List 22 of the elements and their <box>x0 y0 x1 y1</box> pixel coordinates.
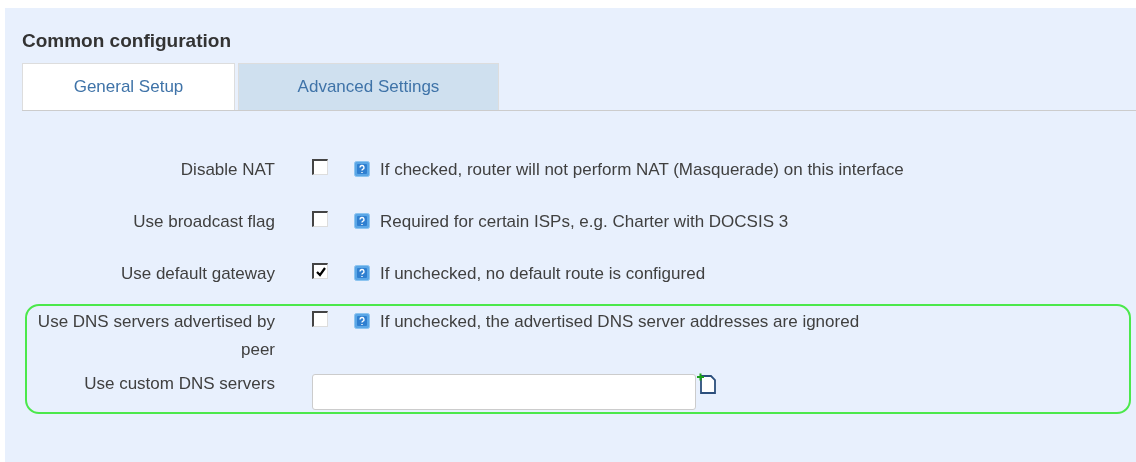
checkbox[interactable] <box>312 159 328 175</box>
dns-server-input[interactable] <box>312 374 696 410</box>
section-title: Common configuration <box>22 29 232 53</box>
help-text: If unchecked, the advertised DNS server addresses are ignored <box>380 311 860 333</box>
help-icon <box>354 161 370 177</box>
field-label: Use custom DNS servers <box>83 373 275 395</box>
checkbox[interactable] <box>312 311 328 327</box>
tab[interactable]: Advanced Settings <box>238 63 499 110</box>
help-icon <box>354 265 370 281</box>
help-text: If checked, router will not perform NAT (Masquerade) on this interface <box>380 159 904 181</box>
field-label: Use broadcast flag <box>132 211 275 233</box>
add-entry-icon[interactable] <box>696 372 718 394</box>
help-icon <box>354 213 370 229</box>
checkbox[interactable] <box>312 263 328 279</box>
tab[interactable]: General Setup <box>22 63 235 110</box>
help-icon <box>354 313 370 329</box>
field-label: Use default gateway <box>119 263 275 285</box>
help-text: If unchecked, no default route is configured <box>380 263 706 285</box>
help-text: Required for certain ISPs, e.g. Charter with DOCSIS 3 <box>380 211 789 233</box>
checkbox[interactable] <box>312 211 328 227</box>
field-label: Use DNS servers advertised by peer <box>36 311 275 361</box>
field-label: Disable NAT <box>179 159 275 181</box>
